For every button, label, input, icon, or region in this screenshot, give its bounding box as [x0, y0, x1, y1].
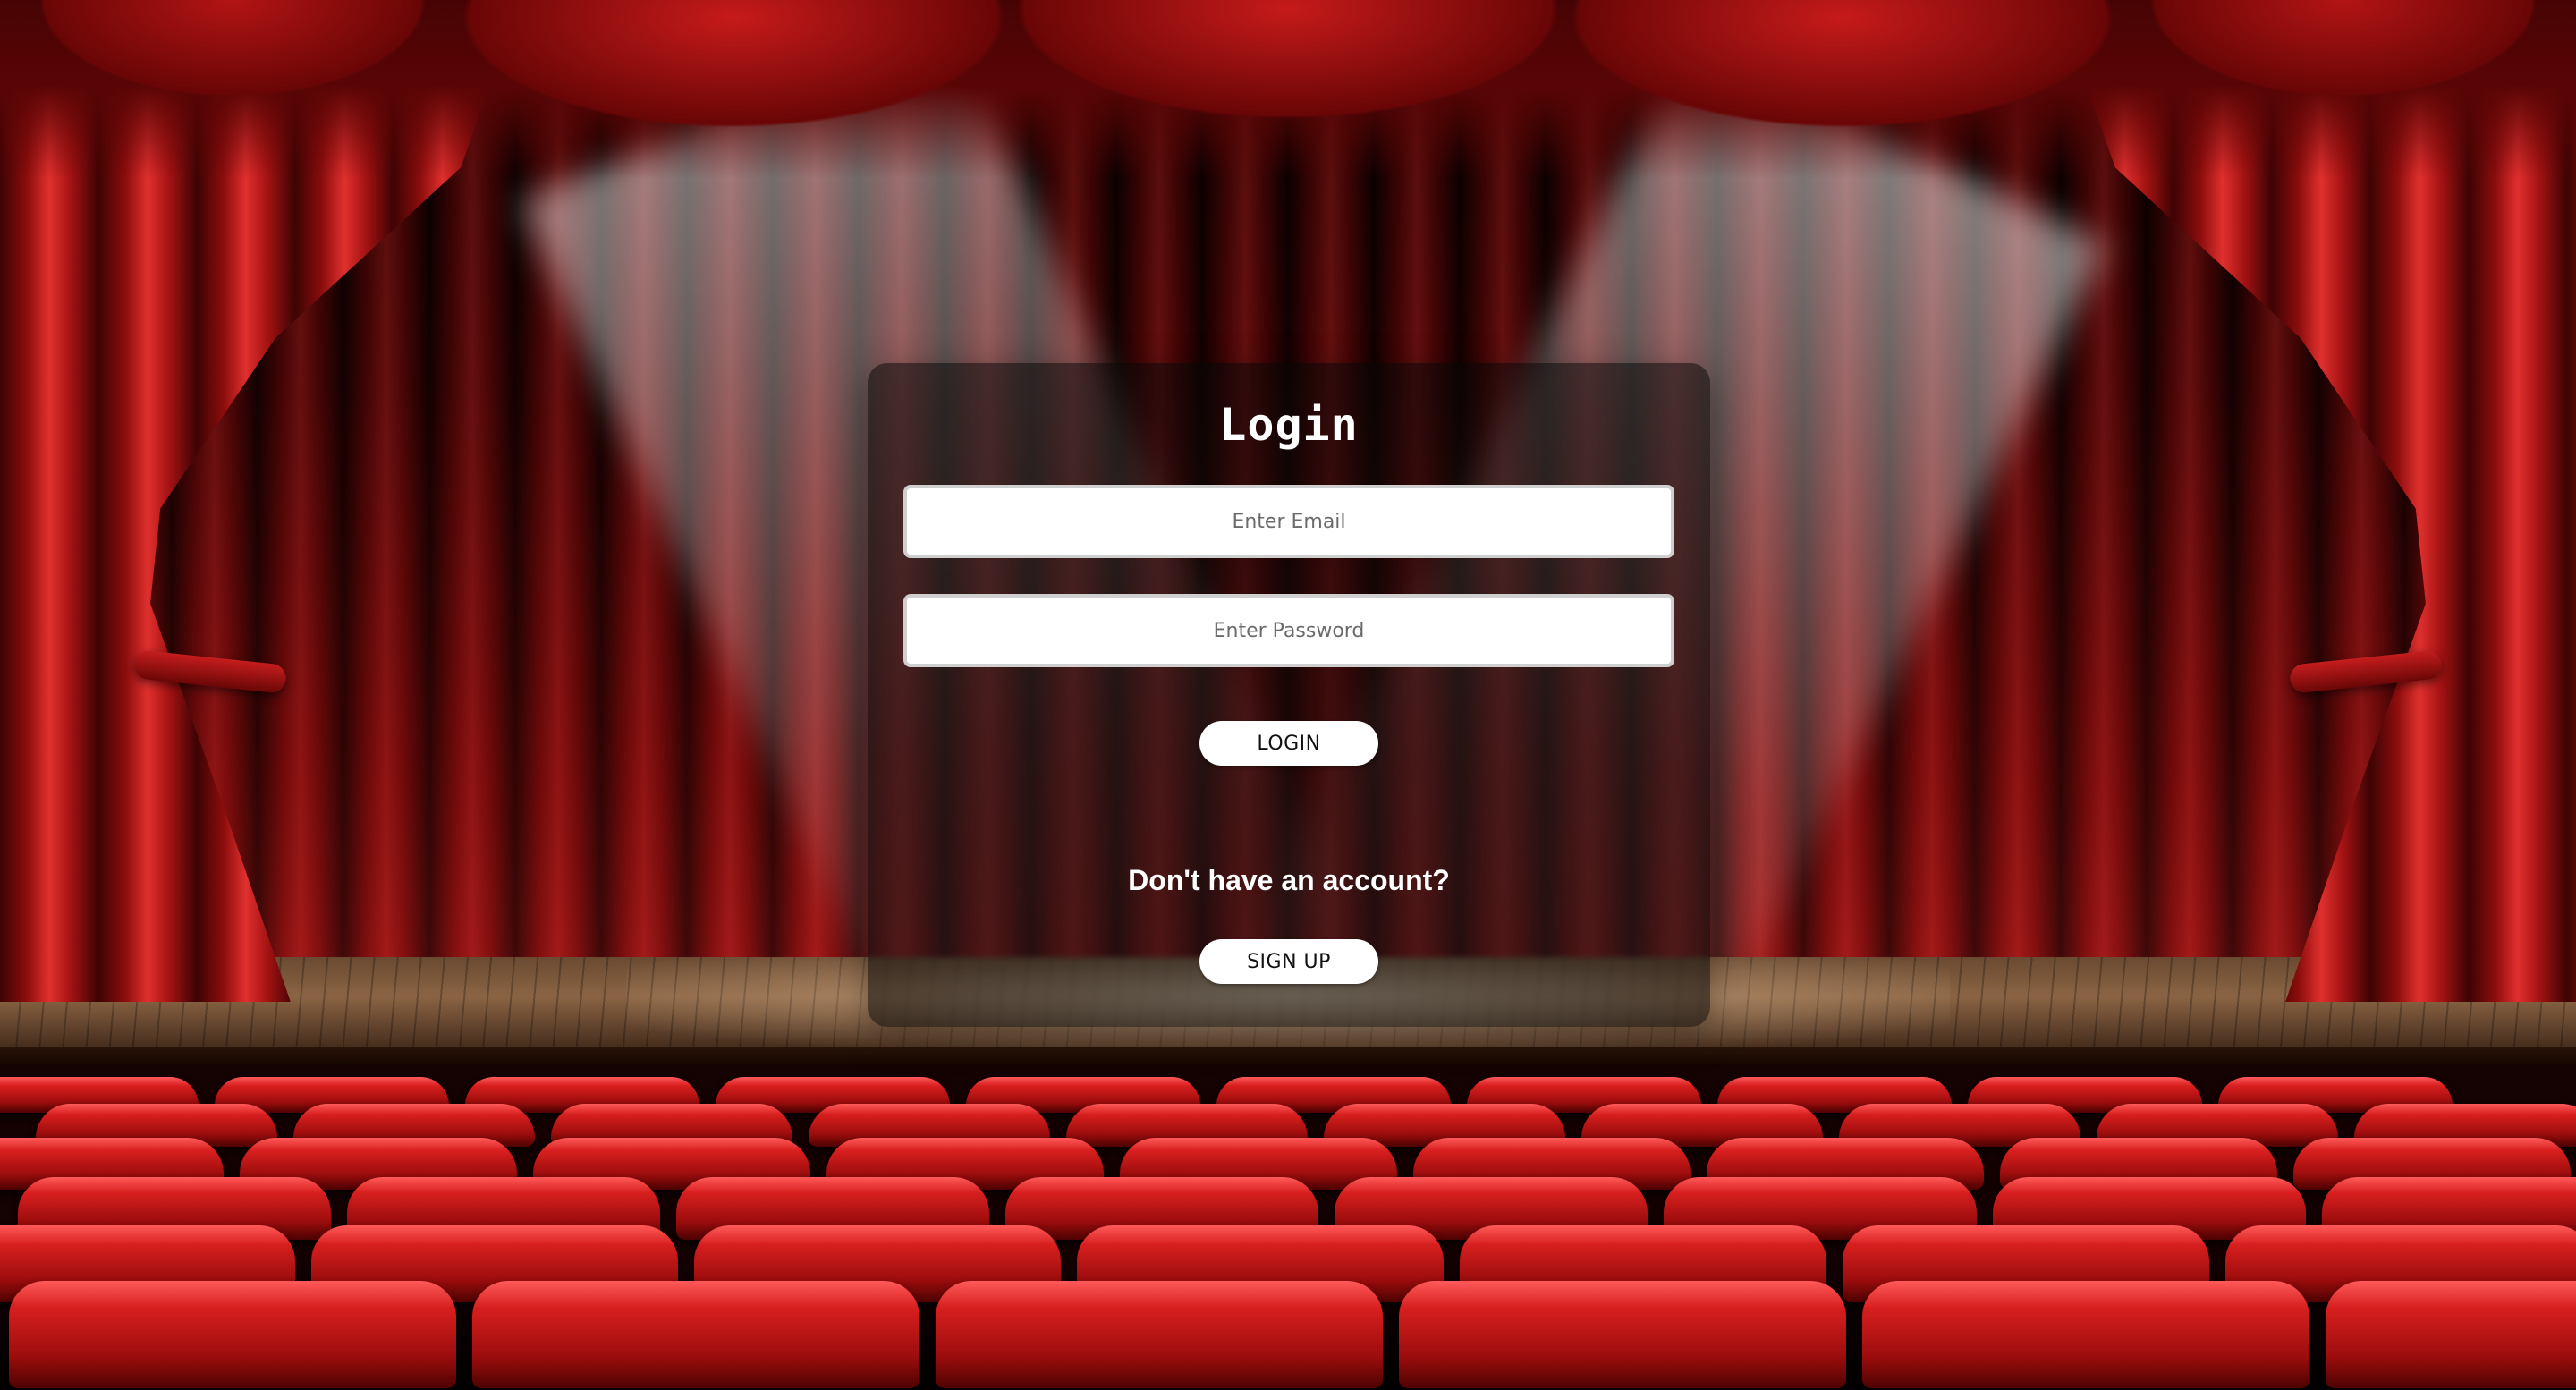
signup-button[interactable]: SIGN UP: [1199, 939, 1378, 984]
seat-row: [9, 1281, 2576, 1388]
top-valance-curtain: [0, 0, 2576, 179]
email-field[interactable]: [903, 485, 1674, 558]
seat: [1399, 1281, 1846, 1388]
seat: [472, 1281, 919, 1388]
login-title: Login: [1219, 399, 1359, 451]
seat: [936, 1281, 1383, 1388]
signup-prompt: Don't have an account?: [1128, 864, 1450, 896]
login-card: Login LOGIN Don't have an account? SIGN …: [868, 363, 1710, 1027]
audience-seats: [0, 1064, 2576, 1390]
seat: [1862, 1281, 2309, 1388]
seat: [9, 1281, 456, 1388]
password-field[interactable]: [903, 594, 1674, 667]
seat: [2326, 1281, 2576, 1388]
theater-background: Login LOGIN Don't have an account? SIGN …: [0, 0, 2576, 1390]
login-button[interactable]: LOGIN: [1199, 721, 1378, 766]
